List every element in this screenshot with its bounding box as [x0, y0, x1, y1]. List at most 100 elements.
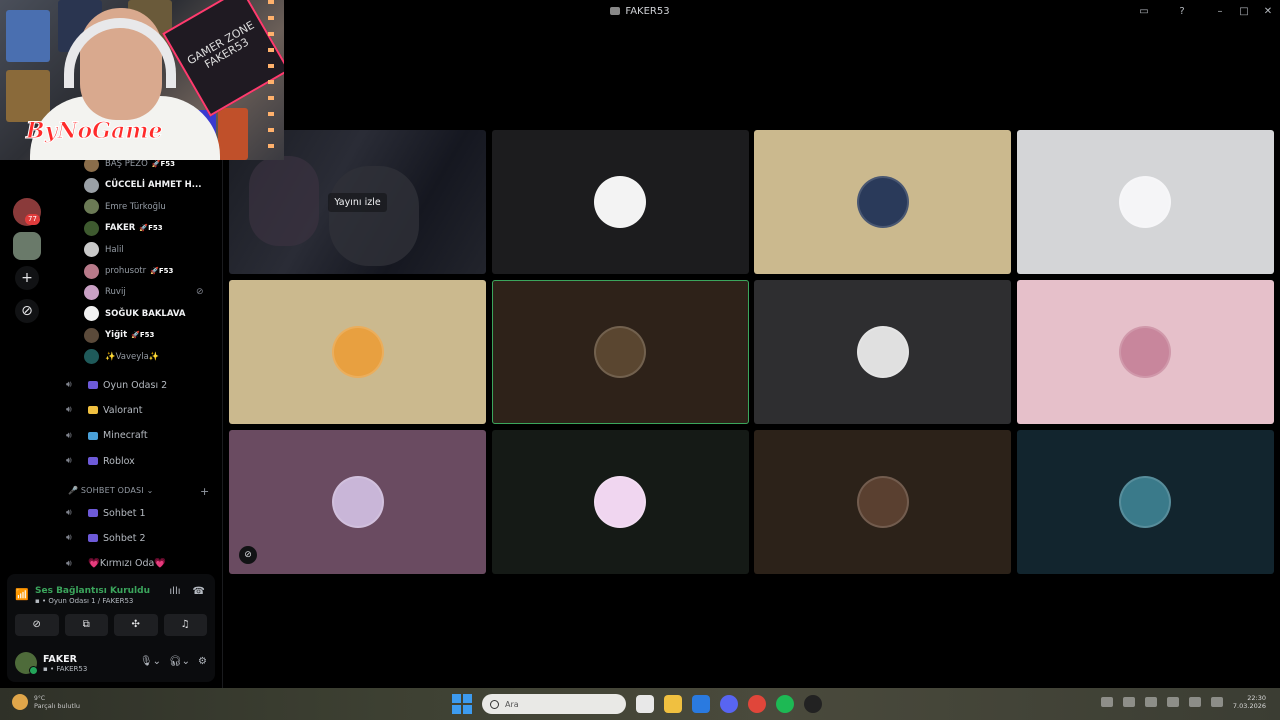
microphone-icon[interactable]: 🎙︎⌄	[140, 656, 161, 667]
voice-member[interactable]: Halil	[84, 240, 128, 260]
chrome-icon[interactable]	[748, 695, 766, 713]
explore-button[interactable]: ⊘	[15, 299, 39, 323]
inbox-icon[interactable]: ▭	[1132, 6, 1156, 17]
connection-actions: ıllı ☎	[169, 586, 205, 597]
voice-member[interactable]: SOĞUK BAKLAVA	[84, 304, 189, 324]
network-icon[interactable]	[1122, 697, 1135, 707]
connection-channel[interactable]: ▪ • Oyun Odası 1 / FAKER53	[35, 597, 150, 605]
create-channel-button[interactable]: +	[200, 485, 209, 498]
voice-channel[interactable]: 🔊︎ 💗Kırmızı Oda💗	[66, 554, 166, 574]
headphones-icon[interactable]: 🎧︎⌄	[169, 656, 190, 667]
server-rail: 77 + ⊘	[0, 160, 54, 570]
member-name: Emre Türkoğlu	[105, 201, 166, 212]
keyboard-icon[interactable]	[1166, 697, 1179, 707]
voice-channel[interactable]: 🔊︎ Roblox	[66, 451, 135, 471]
display-icon[interactable]	[1188, 697, 1201, 707]
taskbar-apps: Ara	[452, 692, 822, 716]
watch-stream-label[interactable]: Yayını izle	[328, 192, 387, 212]
muted-icon: ⊘	[239, 546, 257, 564]
participant-avatar	[594, 176, 646, 228]
participant-tile[interactable]	[491, 430, 749, 574]
noise-suppression-icon[interactable]: ıllı	[169, 586, 180, 597]
voice-member[interactable]: ✨Vaveyla✨	[84, 347, 163, 367]
participant-avatar	[594, 326, 646, 378]
voice-member[interactable]: Yiğit 🚀F53	[84, 325, 154, 345]
member-name: SOĞUK BAKLAVA	[105, 308, 186, 319]
column-divider	[222, 160, 223, 688]
channel-label: Sohbet 1	[103, 507, 146, 519]
participant-avatar	[856, 326, 909, 378]
participant-tile[interactable]	[1016, 280, 1274, 424]
soundboard-button[interactable]: ♫	[163, 614, 207, 636]
file-explorer-icon[interactable]	[664, 695, 682, 713]
voice-channel[interactable]: 🔊︎ Sohbet 1	[66, 503, 146, 523]
screen-share-button[interactable]: ⧉	[64, 614, 108, 636]
avatar	[84, 263, 99, 279]
voice-member[interactable]: CÜCCELİ AHMET H...	[84, 175, 205, 195]
bluetooth-icon[interactable]	[1144, 697, 1157, 707]
participant-tile[interactable]	[491, 130, 749, 274]
participant-avatar	[331, 326, 384, 378]
speaker-icon: 🔊︎	[66, 380, 72, 390]
category-header[interactable]: 🎤 SOHBET ODASI ⌄	[68, 486, 154, 495]
member-name: FAKER	[105, 223, 136, 234]
member-tag: 🚀F53	[139, 224, 163, 233]
close-button[interactable]: ✕	[1256, 6, 1280, 17]
window-controls: ▭ ? – □ ✕	[1132, 0, 1280, 22]
stream-preview	[249, 156, 319, 246]
minimize-button[interactable]: –	[1208, 6, 1232, 17]
voice-member[interactable]: prohusotr 🚀F53	[84, 261, 173, 281]
participant-avatar	[594, 476, 646, 528]
participant-tile[interactable]: ⊘	[229, 430, 486, 574]
disconnect-icon[interactable]: ☎	[193, 586, 205, 597]
voice-member[interactable]: Ruvij ⊘	[84, 282, 204, 302]
voice-channel[interactable]: 🔊︎ Minecraft	[66, 426, 148, 446]
speaker-icon: 🔊︎	[66, 558, 72, 569]
current-user[interactable]: FAKER ▪ • FAKER53	[15, 650, 87, 676]
task-view-icon[interactable]	[636, 695, 654, 713]
volume-icon[interactable]	[1210, 697, 1223, 707]
help-icon[interactable]: ?	[1170, 6, 1194, 17]
add-server-button[interactable]: +	[15, 266, 39, 290]
chevron-up-icon[interactable]	[1100, 697, 1113, 707]
weather-widget[interactable]: 9°C Parçalı bulutlu	[12, 694, 80, 710]
speaker-icon: 🔊︎	[66, 430, 72, 441]
participant-tile[interactable]	[754, 280, 1011, 424]
voice-member[interactable]: FAKER 🚀F53	[84, 218, 163, 238]
settings-icon[interactable]: ⚙	[198, 656, 207, 667]
channel-label: Roblox	[103, 455, 135, 467]
taskbar-search[interactable]: Ara	[482, 694, 626, 714]
participant-tile[interactable]	[1016, 130, 1274, 274]
participant-avatar	[331, 476, 384, 528]
username: FAKER	[43, 653, 77, 665]
voice-channel[interactable]: 🔊︎ Sohbet 2	[66, 528, 146, 548]
activities-button[interactable]: ✣	[114, 614, 158, 636]
weather-desc: Parçalı bulutlu	[34, 701, 81, 710]
discord-app-icon[interactable]	[720, 695, 738, 713]
obs-icon[interactable]	[804, 695, 822, 713]
member-name: ✨Vaveyla✨	[105, 351, 160, 362]
participant-tile[interactable]	[754, 430, 1011, 574]
voice-channel[interactable]: 🔊︎ Oyun Odası 2	[66, 375, 167, 395]
voice-member[interactable]: Emre Türkoğlu	[84, 197, 170, 217]
notification-badge: 77	[25, 214, 40, 225]
muted-icon: ⊘	[196, 287, 204, 298]
server-avatar[interactable]	[13, 232, 41, 260]
clock[interactable]: 22:30 7.03.2026	[1233, 694, 1266, 710]
camera-button[interactable]: ⊘	[15, 614, 59, 636]
maximize-button[interactable]: □	[1232, 6, 1256, 17]
store-icon[interactable]	[692, 695, 710, 713]
channel-icon	[88, 406, 98, 415]
participant-tile[interactable]	[491, 280, 749, 424]
spotify-icon[interactable]	[776, 695, 794, 713]
weather-icon	[12, 694, 28, 710]
discord-window: FAKER53 ▭ ? – □ ✕ GAMER ZONE FAKER53 ByN…	[0, 0, 1280, 720]
voice-channel[interactable]: 🔊︎ Valorant	[66, 400, 143, 420]
participant-tile[interactable]	[1016, 430, 1274, 574]
poster	[6, 10, 50, 62]
voice-connection[interactable]: 📶 Ses Bağlantısı Kuruldu ▪ • Oyun Odası …	[15, 580, 150, 610]
windows-start-icon[interactable]	[452, 694, 472, 714]
participant-tile[interactable]	[229, 280, 486, 424]
participant-tile[interactable]	[754, 130, 1011, 274]
member-tag: 🚀F53	[151, 160, 176, 168]
